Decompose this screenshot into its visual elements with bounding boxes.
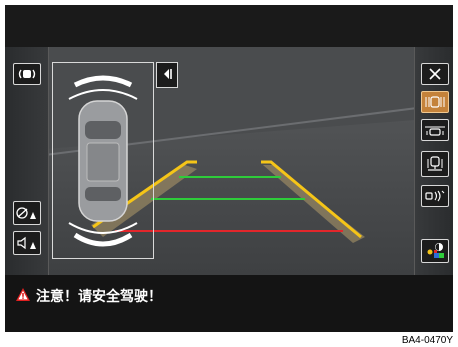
drive-assist-warning-button[interactable]: [13, 201, 41, 225]
cross-traffic-mode-button[interactable]: [421, 119, 449, 141]
trailer-mode-button[interactable]: [421, 151, 449, 177]
collapse-panel-button[interactable]: [156, 62, 178, 88]
figure-code: BA4-0470Y: [401, 335, 453, 346]
warning-message: 注意！请安全驾驶！: [15, 285, 162, 307]
front-sensor-arc: [73, 75, 133, 88]
car-rear-window: [85, 187, 121, 201]
top-view-panel: [52, 62, 154, 259]
steering-wheel-warning-icon: [16, 206, 38, 220]
warning-triangle-icon: [15, 287, 31, 306]
top-bar: [5, 5, 453, 47]
speaker-warning-icon: [16, 236, 38, 250]
car-top-view: [68, 75, 138, 247]
rear-view-mode-button[interactable]: [421, 91, 449, 113]
rear-sensor-arc: [73, 232, 133, 247]
collapse-left-icon: [161, 66, 173, 85]
parking-sensor-icon: [424, 189, 446, 203]
park-sensor-sound-button[interactable]: [13, 63, 41, 85]
color-settings-icon: [424, 242, 446, 260]
warning-text: 注意！请安全驾驶！: [36, 289, 162, 305]
front-sensor-arc-outer: [68, 89, 138, 100]
display-settings-button[interactable]: [421, 239, 449, 263]
rear-view-mode-icon: [424, 95, 446, 109]
infotainment-screen: 注意！请安全驾驶！: [5, 5, 453, 332]
parking-sensor-button[interactable]: [421, 185, 449, 207]
proximity-sound-icon: [17, 68, 37, 80]
car-roof: [86, 142, 120, 182]
cross-traffic-icon: [424, 123, 446, 137]
close-button[interactable]: [421, 63, 449, 85]
close-icon: [429, 68, 441, 80]
speaker-warning-button[interactable]: [13, 231, 41, 255]
car-windshield: [85, 121, 121, 139]
trailer-icon: [425, 155, 445, 173]
rear-sensor-arc-outer: [68, 222, 138, 234]
